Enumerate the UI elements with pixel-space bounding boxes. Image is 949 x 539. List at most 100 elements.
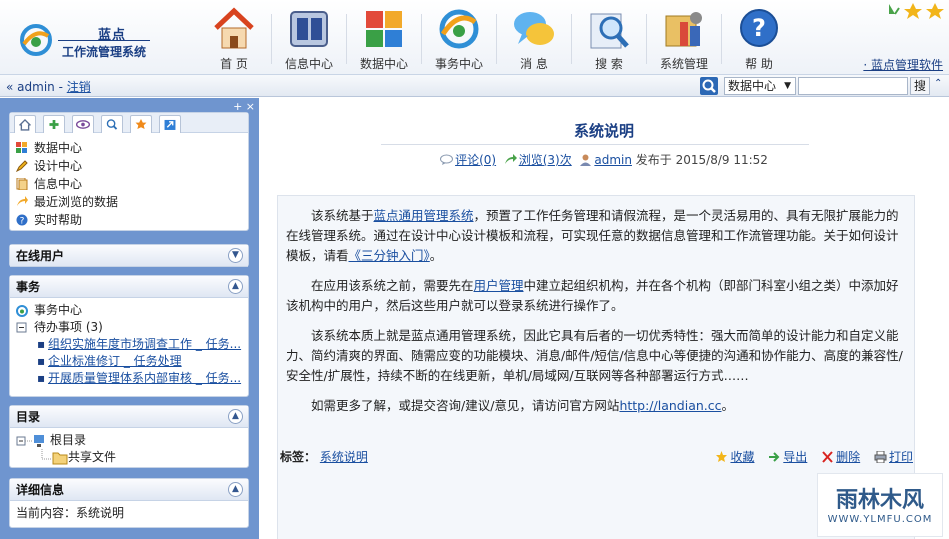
collapse-arrow-icon[interactable]: « [6, 80, 13, 94]
views-link[interactable]: 浏览(3)次 [519, 153, 572, 167]
article-meta: 评论(0) 浏览(3)次 admin 发布于 2015/8/9 11:52 [259, 151, 949, 168]
nav-help[interactable]: ? 帮 助 [723, 4, 795, 72]
landian-system-link[interactable]: 蓝点通用管理系统 [374, 208, 474, 223]
nav-message[interactable]: 消 息 [498, 4, 570, 72]
quickstart-link[interactable]: 《三分钟入门》 [349, 248, 430, 263]
tree-root[interactable]: 根目录 [16, 432, 242, 449]
search-scope-select[interactable]: 数据中心 ▼ [724, 77, 796, 95]
star-icon[interactable] [130, 115, 152, 133]
nav-task-center[interactable]: 事务中心 [423, 4, 495, 72]
comment-icon [440, 154, 454, 165]
tasks-header[interactable]: 事务 ▲ [10, 276, 248, 298]
todo-node[interactable]: 待办事项 (3) [16, 319, 242, 336]
task-center-label: 事务中心 [34, 303, 83, 317]
nav-search[interactable]: 搜 索 [573, 4, 645, 72]
quick-list: 数据中心 设计中心 信息中心 最近浏览的数据 ? 实时帮助 [16, 139, 118, 229]
paragraph: 如需更多了解，或提交咨询/建议/意见，请访问官方网站http://landian… [311, 398, 735, 413]
user-separator: - [54, 80, 67, 94]
nav-data-center[interactable]: 数据中心 [348, 4, 420, 72]
user-info: « admin - 注销 [6, 78, 91, 95]
help-icon: ? [16, 214, 28, 226]
paragraph: 在应用该系统之前，需要先在用户管理中建立起组织机构，并在各个机构（即部门科室小组… [286, 278, 899, 313]
view-arrow-icon [504, 154, 517, 164]
chevron-up-icon[interactable]: ▲ [228, 409, 243, 424]
star-icon[interactable] [926, 3, 944, 19]
chevron-up-icon[interactable]: ▲ [228, 279, 243, 294]
task-center-link[interactable]: 事务中心 [16, 302, 242, 319]
todo-item[interactable]: ▪ 组织实施年度市场调查工作 _ 任务... [16, 336, 242, 353]
chevron-down-icon: ▼ [784, 81, 791, 91]
grid-icon [16, 142, 27, 153]
bullet-icon: ▪ [37, 354, 46, 368]
share-arrow-icon[interactable] [159, 115, 181, 133]
quick-item-data-center[interactable]: 数据中心 [16, 139, 118, 157]
export-icon [769, 452, 780, 462]
nav-info-center-label: 信息中心 [284, 57, 333, 71]
collapse-up-icon[interactable]: ⌃ [934, 78, 942, 89]
company-link[interactable]: · 蓝点管理软件 [863, 56, 943, 73]
quick-item-label: 数据中心 [34, 141, 83, 155]
article-actions: 收藏 导出 删除 打印 [715, 448, 913, 465]
comments-link[interactable]: 评论(0) [455, 153, 496, 167]
quick-tabs [10, 113, 248, 133]
delete-button[interactable]: 删除 [836, 450, 860, 464]
tree-root-label: 根目录 [50, 433, 87, 447]
favorite-button[interactable]: 收藏 [730, 450, 754, 464]
nav-message-label: 消 息 [520, 57, 548, 71]
nav-divider [721, 14, 722, 64]
quick-item-label: 信息中心 [34, 177, 83, 191]
search-button[interactable]: 搜 [910, 77, 930, 95]
user-icon [580, 154, 592, 166]
search-input[interactable] [798, 77, 908, 95]
publish-time: 发布于 2015/8/9 11:52 [635, 153, 768, 167]
eye-icon[interactable] [72, 115, 94, 133]
todo-item-link[interactable]: 开展质量管理体系内部审核 _ 任务... [48, 371, 241, 385]
paragraph: 该系统本质上就是蓝点通用管理系统，因此它具有后者的一切优秀特性：强大而简单的设计… [286, 328, 903, 383]
home-icon[interactable] [14, 115, 36, 133]
author-link[interactable]: admin [594, 153, 632, 167]
username: admin [17, 80, 55, 94]
top-navigation-bar: 蓝点 工作流管理系统 首 页 信息中心 数据中心 事务中心 消 息 搜 索 系统… [0, 0, 949, 75]
logout-link[interactable]: 注销 [67, 80, 91, 94]
panel-title: 在线用户 [16, 249, 65, 263]
tasks-body: 事务中心 待办事项 (3) ▪ 组织实施年度市场调查工作 _ 任务... ▪ 企… [10, 298, 248, 391]
nav-info-center[interactable]: 信息中心 [273, 4, 345, 72]
quick-item-recent[interactable]: 最近浏览的数据 [16, 193, 118, 211]
quick-item-info-center[interactable]: 信息中心 [16, 175, 118, 193]
todo-item-link[interactable]: 组织实施年度市场调查工作 _ 任务... [48, 337, 241, 351]
arrow-down-icon[interactable] [889, 4, 900, 15]
online-users-header[interactable]: 在线用户 ▼ [10, 245, 248, 267]
catalog-header[interactable]: 目录 ▲ [10, 406, 248, 428]
star-icon[interactable] [904, 3, 922, 19]
tag-label: 标签： [280, 450, 317, 464]
nav-system-admin[interactable]: 系统管理 [648, 4, 720, 72]
panel-title: 目录 [16, 410, 41, 424]
nav-divider [421, 14, 422, 64]
user-management-link[interactable]: 用户管理 [474, 278, 524, 293]
chevron-down-icon[interactable]: ▼ [228, 248, 243, 263]
pencil-icon [16, 160, 28, 172]
help-icon: ? [740, 9, 778, 47]
chevron-up-icon[interactable]: ▲ [228, 482, 243, 497]
watermark-url: WWW.YLMFU.COM [827, 514, 933, 525]
official-site-link[interactable]: http://landian.cc [619, 398, 721, 413]
nav-divider [571, 14, 572, 64]
todo-item[interactable]: ▪ 企业标准修订 _ 任务处理 [16, 353, 242, 370]
add-icon[interactable] [43, 115, 65, 133]
quick-item-design-center[interactable]: 设计中心 [16, 157, 118, 175]
nav-task-center-label: 事务中心 [434, 57, 483, 71]
search-icon[interactable] [101, 115, 123, 133]
todo-item[interactable]: ▪ 开展质量管理体系内部审核 _ 任务... [16, 370, 242, 387]
panel-title: 事务 [16, 280, 41, 294]
quick-item-help[interactable]: ? 实时帮助 [16, 211, 118, 229]
quick-item-label: 设计中心 [34, 159, 83, 173]
export-button[interactable]: 导出 [783, 450, 807, 464]
tree-shared-label: 共享文件 [68, 450, 117, 464]
tag-link[interactable]: 系统说明 [320, 450, 368, 464]
nav-home[interactable]: 首 页 [198, 4, 270, 72]
tree-shared[interactable]: 共享文件 [16, 449, 242, 466]
detail-header[interactable]: 详细信息 ▲ [10, 479, 248, 501]
nav-divider [646, 14, 647, 64]
print-button[interactable]: 打印 [889, 450, 913, 464]
todo-item-link[interactable]: 企业标准修订 _ 任务处理 [48, 354, 182, 368]
